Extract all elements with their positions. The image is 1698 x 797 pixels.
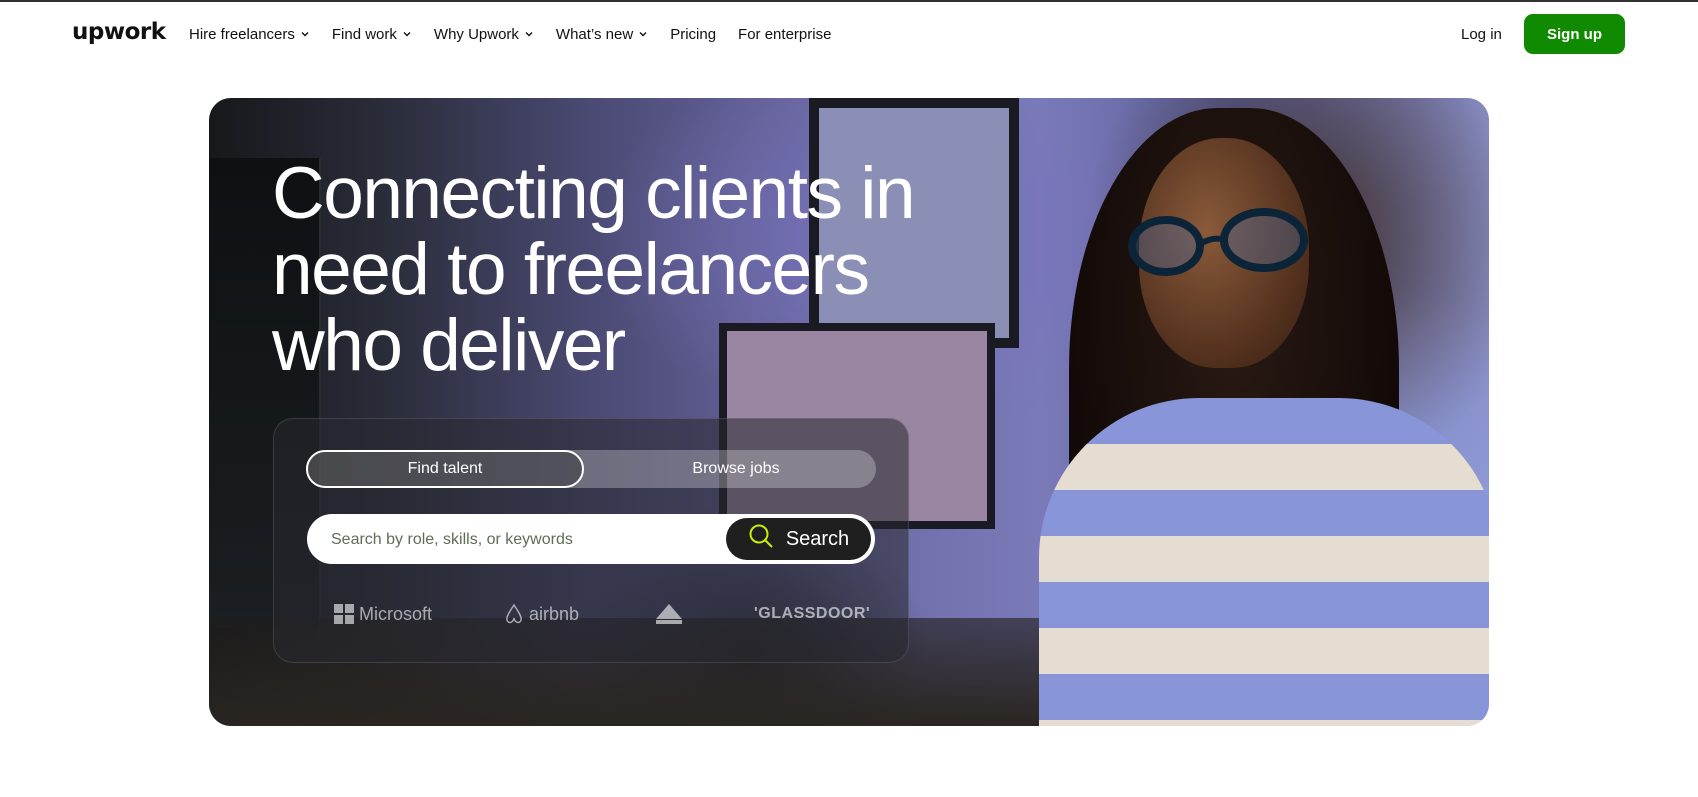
nav-find-work[interactable]: Find work: [332, 26, 412, 43]
tab-browse-jobs[interactable]: Browse jobs: [596, 450, 876, 488]
nav-why-upwork[interactable]: Why Upwork: [434, 26, 534, 43]
nav-item-label: What’s new: [555, 25, 634, 43]
bissell-logo-icon: [654, 599, 684, 629]
nav-for-enterprise[interactable]: For enterprise: [738, 26, 831, 43]
airbnb-logo-icon: airbnb: [504, 599, 579, 629]
nav-links: Hire freelancers Find work Why Upwork Wh…: [189, 2, 831, 66]
hero-headline: Connecting clients in need to freelancer…: [272, 153, 916, 386]
top-navigation: upwork Hire freelancers Find work Why Up…: [0, 2, 1698, 64]
hero-search-panel: Find talent Browse jobs Search Microsoft…: [273, 418, 909, 663]
glassdoor-logo-icon: 'GLASSDOOR': [754, 599, 870, 629]
nav-pricing[interactable]: Pricing: [670, 26, 716, 43]
nav-whats-new[interactable]: What’s new: [556, 26, 648, 43]
nav-item-label: Pricing: [670, 25, 717, 43]
chevron-down-icon: [638, 29, 648, 39]
hero-banner: Connecting clients in need to freelancer…: [209, 98, 1489, 726]
brand-name: Microsoft: [359, 603, 433, 624]
search-button-label: Search: [785, 527, 850, 550]
nav-item-label: Hire freelancers: [189, 25, 295, 43]
login-link[interactable]: Log in: [1461, 26, 1502, 43]
trusted-by-logos: Microsoft airbnb 'GLASSDOOR': [334, 599, 870, 629]
search-mode-toggle: Find talent Browse jobs: [306, 450, 876, 488]
tab-find-talent[interactable]: Find talent: [306, 450, 584, 488]
upwork-logo[interactable]: upwork: [72, 19, 166, 45]
hero-photo-glasses: [1128, 208, 1308, 276]
search-input[interactable]: [329, 514, 713, 566]
microsoft-logo-icon: Microsoft: [334, 599, 432, 629]
search-icon: [748, 523, 774, 555]
nav-hire-freelancers[interactable]: Hire freelancers: [189, 26, 310, 43]
signup-button[interactable]: Sign up: [1524, 14, 1625, 54]
brand-name: 'GLASSDOOR': [754, 605, 871, 622]
nav-item-label: Why Upwork: [433, 25, 519, 43]
nav-item-label: Find work: [331, 25, 397, 43]
brand-name: airbnb: [529, 603, 580, 624]
chevron-down-icon: [402, 29, 412, 39]
hero-photo-sweater: [1039, 398, 1489, 726]
search-button[interactable]: Search: [726, 518, 871, 560]
search-bar: Search: [307, 514, 875, 566]
chevron-down-icon: [524, 29, 534, 39]
chevron-down-icon: [300, 29, 310, 39]
nav-item-label: For enterprise: [738, 25, 832, 43]
